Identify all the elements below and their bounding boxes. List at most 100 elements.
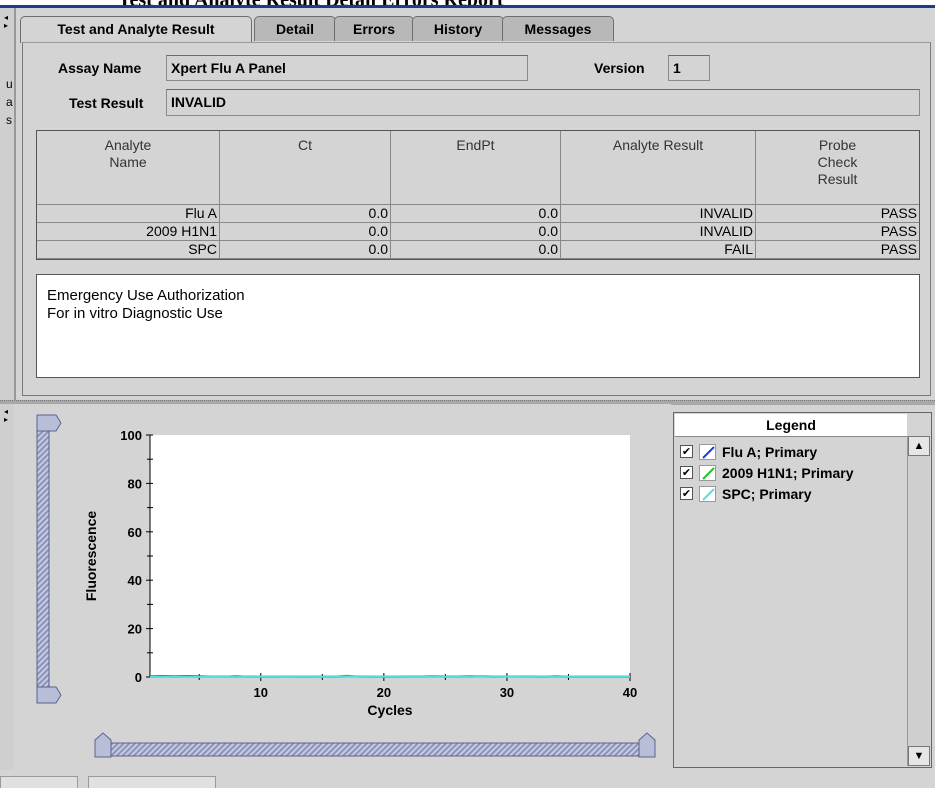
tab-detail[interactable]: Detail [254, 16, 336, 41]
legend-item-spc[interactable]: ✔ SPC; Primary [680, 486, 905, 504]
horizontal-range-slider[interactable] [94, 732, 656, 758]
tab-label: Test and Analyte Result [57, 21, 215, 37]
x-tick-label: 20 [377, 685, 391, 700]
slider-top-handle-icon[interactable] [36, 414, 62, 432]
cell-analyte-name: Flu A [37, 204, 220, 223]
splitter-arrows-icon[interactable]: ◂ ▸ [4, 408, 8, 424]
slider-track[interactable] [110, 742, 640, 757]
y-axis-label: Fluorescence [83, 511, 99, 601]
cell-endpt: 0.0 [390, 222, 561, 241]
column-header-label: Analyte Result [612, 137, 704, 153]
x-tick-label: 30 [500, 685, 514, 700]
y-tick-label: 100 [120, 428, 142, 443]
table-row[interactable]: SPC 0.0 0.0 FAIL PASS [37, 240, 919, 259]
table-row[interactable]: 2009 H1N1 0.0 0.0 INVALID PASS [37, 222, 919, 241]
cell-analyte-result: FAIL [560, 240, 756, 259]
column-header-analyte-result[interactable]: Analyte Result [560, 131, 756, 205]
fluorescence-chart[interactable]: 0 20 40 60 80 100 10 20 30 40 Cycles Fluorescence [64, 418, 664, 728]
scroll-down-icon[interactable]: ▼ [908, 746, 930, 766]
column-header-label: Probe Check Result [817, 137, 858, 187]
test-result-field: INVALID [166, 89, 920, 116]
legend-checkbox[interactable]: ✔ [680, 445, 693, 458]
cell-endpt: 0.0 [390, 204, 561, 223]
tab-label: Detail [275, 21, 315, 37]
cell-probe-check-result: PASS [755, 222, 919, 241]
cell-analyte-name: 2009 H1N1 [37, 222, 220, 241]
tab-label: Messages [524, 21, 592, 37]
tab-label: History [433, 21, 483, 37]
column-header-analyte-name[interactable]: Analyte Name [37, 131, 220, 205]
chart-series-layer [149, 674, 631, 678]
x-axis-label: Cycles [367, 702, 412, 718]
notes-textarea[interactable]: Emergency Use Authorization For in vitro… [36, 274, 920, 378]
left-panel-text-fragment: a [6, 95, 13, 109]
assay-name-field: Xpert Flu A Panel [166, 55, 528, 81]
version-field: 1 [668, 55, 710, 81]
cell-analyte-name: SPC [37, 240, 220, 259]
x-tick-label: 10 [254, 685, 268, 700]
y-tick-label: 60 [128, 525, 142, 540]
legend-label: SPC; Primary [722, 486, 812, 502]
cell-ct: 0.0 [219, 240, 391, 259]
slider-right-handle-icon[interactable] [638, 732, 656, 758]
legend-title: Legend [675, 414, 907, 437]
column-header-label: Analyte Name [104, 137, 152, 170]
cell-endpt: 0.0 [390, 240, 561, 259]
column-header-ct[interactable]: Ct [219, 131, 391, 205]
legend-checkbox[interactable]: ✔ [680, 487, 693, 500]
notes-line: Emergency Use Authorization [47, 287, 245, 304]
cell-ct: 0.0 [219, 222, 391, 241]
cell-ct: 0.0 [219, 204, 391, 223]
tab-label: Errors [352, 21, 396, 37]
y-tick-label: 80 [128, 476, 142, 491]
column-header-label: Ct [298, 137, 312, 153]
horizontal-range-slider-graphic [94, 732, 656, 758]
y-tick-label: 20 [128, 622, 142, 637]
column-header-label: EndPt [456, 137, 495, 153]
bottom-button[interactable] [0, 776, 78, 788]
vertical-range-slider-graphic [36, 414, 62, 704]
legend-label: 2009 H1N1; Primary [722, 465, 854, 481]
cell-analyte-result: INVALID [560, 222, 756, 241]
slider-track[interactable] [36, 430, 50, 688]
left-panel-text-fragment: u [6, 77, 13, 91]
slider-left-handle-icon[interactable] [94, 732, 112, 758]
legend-swatch-line-icon [699, 486, 716, 502]
legend-swatch-line-icon [699, 465, 716, 481]
tab-test-and-analyte-result[interactable]: Test and Analyte Result [20, 16, 252, 43]
bottom-button[interactable] [88, 776, 216, 788]
left-collapsed-panel: ◂ ▸ u a s [0, 8, 15, 400]
tab-history[interactable]: History [412, 16, 504, 41]
slider-bottom-handle-icon[interactable] [36, 686, 62, 704]
analyte-results-table: Analyte Name Ct EndPt Analyte Result Pro… [36, 130, 920, 260]
y-tick-label: 0 [135, 670, 142, 685]
tab-errors[interactable]: Errors [334, 16, 414, 41]
test-result-label: Test Result [69, 95, 144, 111]
cell-probe-check-result: PASS [755, 204, 919, 223]
legend-item-2009-h1n1[interactable]: ✔ 2009 H1N1; Primary [680, 465, 905, 483]
table-row[interactable]: Flu A 0.0 0.0 INVALID PASS [37, 204, 919, 223]
scroll-up-icon[interactable]: ▲ [908, 436, 930, 456]
cell-analyte-result: INVALID [560, 204, 756, 223]
notes-line: For in vitro Diagnostic Use [47, 305, 223, 322]
table-header-row: Analyte Name Ct EndPt Analyte Result Pro… [37, 131, 919, 205]
legend-swatch-line-icon [699, 444, 716, 460]
window-title-strip: Test and Analyte Result Detail Errors Re… [0, 0, 935, 8]
vertical-range-slider[interactable] [36, 414, 62, 704]
column-header-endpt[interactable]: EndPt [390, 131, 561, 205]
version-label: Version [594, 60, 645, 76]
x-tick-label: 40 [623, 685, 637, 700]
plot-area [150, 435, 630, 677]
legend-scrollbar[interactable]: ▲ ▼ [907, 436, 930, 766]
legend-item-flu-a[interactable]: ✔ Flu A; Primary [680, 444, 905, 462]
left-panel-text-fragment: s [6, 113, 12, 127]
column-header-probe-check-result[interactable]: Probe Check Result [755, 131, 919, 205]
splitter-arrows-icon[interactable]: ◂ ▸ [4, 14, 8, 30]
cell-probe-check-result: PASS [755, 240, 919, 259]
tab-messages[interactable]: Messages [502, 16, 614, 41]
legend-checkbox[interactable]: ✔ [680, 466, 693, 479]
assay-name-label: Assay Name [58, 60, 142, 76]
y-tick-label: 40 [128, 573, 142, 588]
left-collapsed-panel-lower: ◂ ▸ [0, 404, 14, 784]
legend-label: Flu A; Primary [722, 444, 818, 460]
